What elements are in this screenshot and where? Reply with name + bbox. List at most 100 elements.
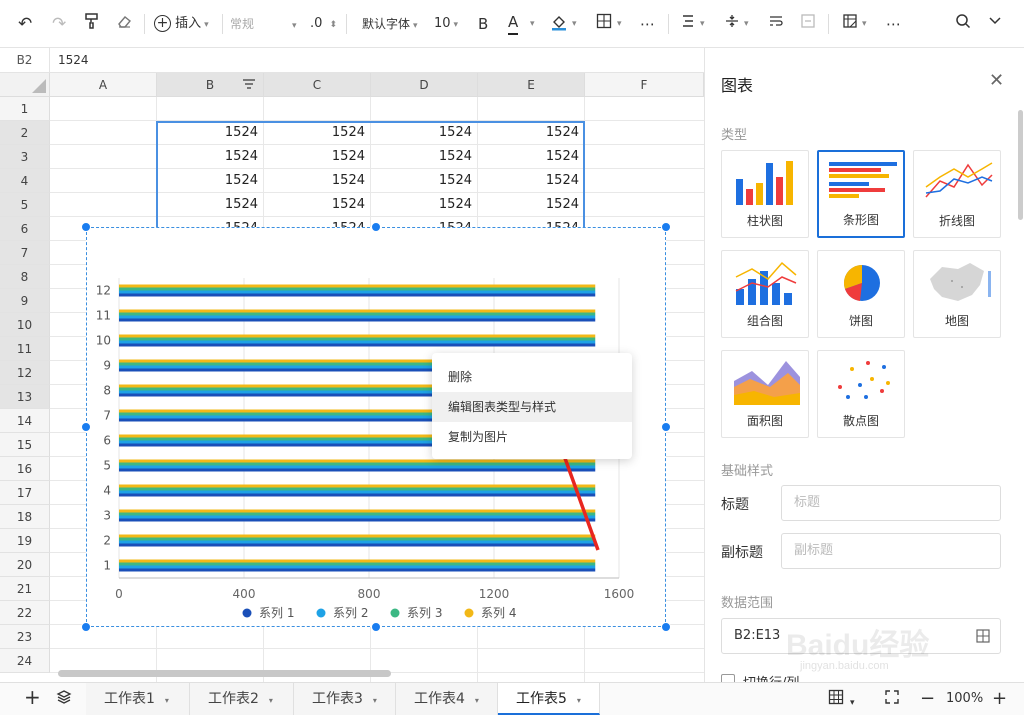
sheet-tab[interactable]: 工作表1 ▾ xyxy=(86,683,190,715)
vertical-align-icon[interactable] xyxy=(724,13,740,35)
more-icon[interactable]: ⋯ xyxy=(640,13,655,35)
row-header-8[interactable]: 8 xyxy=(0,265,50,289)
chart-type-bar[interactable]: 柱状图 xyxy=(721,150,809,238)
chevron-down-icon[interactable]: ▾ xyxy=(572,13,577,35)
chevron-down-icon[interactable]: ▾ xyxy=(269,696,273,705)
column-header-f[interactable]: F xyxy=(585,73,704,97)
row-header-2[interactable]: 2 xyxy=(0,121,50,145)
resize-handle[interactable] xyxy=(81,422,91,432)
view-mode-icon[interactable] xyxy=(828,689,844,710)
row-header-1[interactable]: 1 xyxy=(0,97,50,121)
font-size-select[interactable]: 10 ▾ xyxy=(434,13,458,35)
range-select-icon[interactable] xyxy=(976,629,990,643)
fill-color-icon[interactable] xyxy=(550,13,568,35)
chevron-down-icon[interactable]: ▾ xyxy=(700,13,705,35)
search-icon[interactable] xyxy=(955,13,971,35)
align-icon[interactable] xyxy=(680,13,696,35)
row-header-5[interactable]: 5 xyxy=(0,193,50,217)
horizontal-scrollbar[interactable] xyxy=(58,670,391,677)
zoom-out-icon[interactable]: − xyxy=(920,689,935,709)
chevron-down-icon[interactable]: ▾ xyxy=(744,13,749,35)
chart-type-map[interactable]: 地图 xyxy=(913,250,1001,338)
formula-input[interactable]: 1524 xyxy=(58,48,89,72)
chevron-down-icon[interactable]: ▾ xyxy=(475,696,479,705)
title-input[interactable]: 标题 xyxy=(781,485,1001,521)
sheet-tab[interactable]: 工作表3 ▾ xyxy=(294,683,396,715)
chevron-down-icon[interactable]: ▾ xyxy=(530,13,535,35)
chevron-down-icon[interactable]: ▾ xyxy=(165,696,169,705)
chevron-down-icon[interactable]: ▾ xyxy=(862,13,867,35)
sheet-tab[interactable]: 工作表4 ▾ xyxy=(396,683,498,715)
row-header-23[interactable]: 23 xyxy=(0,625,50,649)
row-header-24[interactable]: 24 xyxy=(0,649,50,673)
chart-type-scatter[interactable]: 散点图 xyxy=(817,350,905,438)
font-color-button[interactable]: A xyxy=(508,13,519,35)
zoom-in-icon[interactable]: + xyxy=(992,689,1007,709)
row-header-3[interactable]: 3 xyxy=(0,145,50,169)
resize-handle[interactable] xyxy=(371,622,381,632)
row-header-18[interactable]: 18 xyxy=(0,505,50,529)
row-header-17[interactable]: 17 xyxy=(0,481,50,505)
undo-icon[interactable]: ↶ xyxy=(18,13,32,35)
row-header-13[interactable]: 13 xyxy=(0,385,50,409)
wrap-text-icon[interactable] xyxy=(768,13,784,35)
add-sheet-icon[interactable]: + xyxy=(24,687,41,707)
border-icon[interactable] xyxy=(596,13,612,35)
menu-item-delete[interactable]: 删除 xyxy=(432,362,632,392)
chevron-down-icon[interactable]: ▾ xyxy=(850,693,855,713)
eraser-icon[interactable] xyxy=(116,13,132,35)
menu-item-copy-image[interactable]: 复制为图片 xyxy=(432,422,632,452)
merge-cells-icon[interactable] xyxy=(800,13,816,35)
column-header-d[interactable]: D xyxy=(371,73,478,97)
row-header-21[interactable]: 21 xyxy=(0,577,50,601)
row-header-4[interactable]: 4 xyxy=(0,169,50,193)
resize-handle[interactable] xyxy=(661,222,671,232)
number-format-select[interactable]: 常规 ▾ xyxy=(230,13,297,35)
resize-handle[interactable] xyxy=(661,622,671,632)
row-header-14[interactable]: 14 xyxy=(0,409,50,433)
column-header-a[interactable]: A xyxy=(50,73,157,97)
row-header-12[interactable]: 12 xyxy=(0,361,50,385)
chart-type-pie[interactable]: 饼图 xyxy=(817,250,905,338)
resize-handle[interactable] xyxy=(81,222,91,232)
row-header-6[interactable]: 6 xyxy=(0,217,50,241)
resize-handle[interactable] xyxy=(371,222,381,232)
panel-scrollbar[interactable] xyxy=(1018,110,1023,220)
sheet-tab[interactable]: 工作表2 ▾ xyxy=(190,683,294,715)
sheet-tab[interactable]: 工作表5 ▾ xyxy=(498,683,600,715)
collapse-toolbar-icon[interactable] xyxy=(988,13,1002,35)
row-header-20[interactable]: 20 xyxy=(0,553,50,577)
chart-type-hbar[interactable]: 条形图 xyxy=(817,150,905,238)
resize-handle[interactable] xyxy=(661,422,671,432)
row-header-7[interactable]: 7 xyxy=(0,241,50,265)
row-header-22[interactable]: 22 xyxy=(0,601,50,625)
menu-item-edit-chart[interactable]: 编辑图表类型与样式 xyxy=(432,392,632,422)
column-header-c[interactable]: C xyxy=(264,73,371,97)
decimal-button[interactable]: .0 ⬍ xyxy=(310,13,337,35)
chart-type-area[interactable]: 面积图 xyxy=(721,350,809,438)
row-header-9[interactable]: 9 xyxy=(0,289,50,313)
chart-type-line[interactable]: 折线图 xyxy=(913,150,1001,238)
sheet-list-icon[interactable] xyxy=(56,689,72,710)
more-icon[interactable]: ⋯ xyxy=(886,13,901,35)
fullscreen-icon[interactable] xyxy=(884,689,900,710)
row-header-10[interactable]: 10 xyxy=(0,313,50,337)
filter-icon[interactable] xyxy=(242,78,256,95)
resize-handle[interactable] xyxy=(81,622,91,632)
font-family-select[interactable]: 默认字体 ▾ xyxy=(362,13,418,35)
bold-button[interactable]: B xyxy=(478,13,488,35)
subtitle-input[interactable]: 副标题 xyxy=(781,533,1001,569)
row-header-16[interactable]: 16 xyxy=(0,457,50,481)
close-icon[interactable]: ✕ xyxy=(989,70,1004,91)
column-header-e[interactable]: E xyxy=(478,73,585,97)
row-header-15[interactable]: 15 xyxy=(0,433,50,457)
insert-button[interactable]: + 插入 ▾ xyxy=(154,13,209,35)
row-header-11[interactable]: 11 xyxy=(0,337,50,361)
zoom-level[interactable]: 100% xyxy=(946,691,983,706)
row-header-19[interactable]: 19 xyxy=(0,529,50,553)
select-all-corner[interactable] xyxy=(0,73,50,97)
cell-reference[interactable]: B2 xyxy=(0,48,50,72)
chart-type-combo[interactable]: 组合图 xyxy=(721,250,809,338)
chevron-down-icon[interactable]: ▾ xyxy=(577,696,581,705)
conditional-format-icon[interactable] xyxy=(842,13,858,35)
